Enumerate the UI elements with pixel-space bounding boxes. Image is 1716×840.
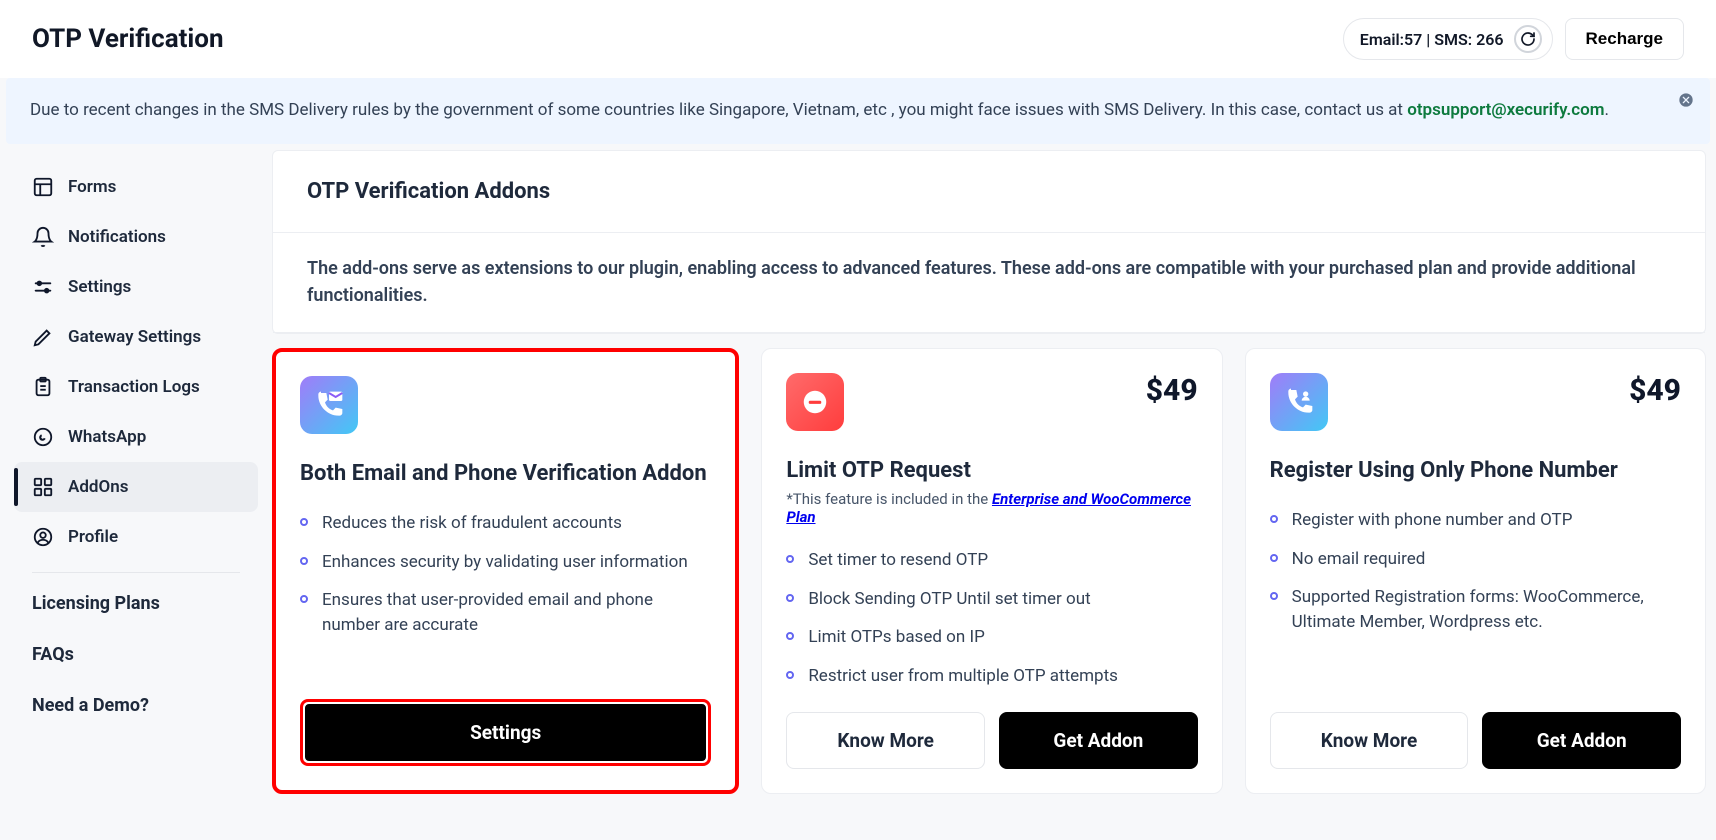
feature-item: Enhances security by validating user inf… <box>300 550 711 575</box>
feature-item: Supported Registration forms: WooCommerc… <box>1270 585 1681 634</box>
layout-icon <box>32 176 54 198</box>
sidebar-link-demo[interactable]: Need a Demo? <box>14 685 258 726</box>
sidebar-item-settings[interactable]: Settings <box>14 262 258 312</box>
addon-title: Both Email and Phone Verification Addon <box>300 460 711 489</box>
phone-user-icon <box>1270 373 1328 431</box>
feature-item: Reduces the risk of fraudulent accounts <box>300 511 711 536</box>
info-alert: Due to recent changes in the SMS Deliver… <box>6 78 1710 144</box>
know-more-button[interactable]: Know More <box>786 712 985 769</box>
sidebar-item-whatsapp[interactable]: WhatsApp <box>14 412 258 462</box>
feature-item: Limit OTPs based on IP <box>786 625 1197 650</box>
sidebar-link-licensing[interactable]: Licensing Plans <box>14 583 258 624</box>
sidebar-item-label: Forms <box>68 177 116 197</box>
addon-price: $49 <box>1629 373 1681 408</box>
support-email-link[interactable]: otpsupport@xecurify.com <box>1407 100 1604 120</box>
feature-item: Block Sending OTP Until set timer out <box>786 587 1197 612</box>
addon-card-limit-otp: $49 Limit OTP Request *This feature is i… <box>761 348 1222 794</box>
user-circle-icon <box>32 526 54 548</box>
sidebar-item-gateway[interactable]: Gateway Settings <box>14 312 258 362</box>
sidebar-item-label: Settings <box>68 277 131 297</box>
addon-price: $49 <box>1146 373 1198 408</box>
sidebar-item-addons[interactable]: AddOns <box>14 462 258 512</box>
close-icon[interactable] <box>1678 92 1694 108</box>
feature-item: No email required <box>1270 547 1681 572</box>
feature-item: Register with phone number and OTP <box>1270 508 1681 533</box>
sidebar-item-label: Gateway Settings <box>68 327 201 347</box>
grid-icon <box>32 476 54 498</box>
know-more-button[interactable]: Know More <box>1270 712 1469 769</box>
sidebar-item-profile[interactable]: Profile <box>14 512 258 562</box>
page-title: OTP Verification <box>32 24 224 54</box>
sidebar-link-faqs[interactable]: FAQs <box>14 634 258 675</box>
phone-mail-icon <box>300 376 358 434</box>
addon-subtitle: *This feature is included in the Enterpr… <box>786 490 1197 526</box>
section-description: The add-ons serve as extensions to our p… <box>273 233 1705 334</box>
feature-item: Ensures that user-provided email and pho… <box>300 588 711 637</box>
sidebar-item-notifications[interactable]: Notifications <box>14 212 258 262</box>
sidebar-item-label: WhatsApp <box>68 427 146 447</box>
sidebar-item-label: AddOns <box>68 477 128 497</box>
bell-icon <box>32 226 54 248</box>
feature-item: Set timer to resend OTP <box>786 548 1197 573</box>
whatsapp-icon <box>32 426 54 448</box>
addon-title: Register Using Only Phone Number <box>1270 457 1681 486</box>
sidebar-item-forms[interactable]: Forms <box>14 162 258 212</box>
sidebar-item-label: Transaction Logs <box>68 377 200 397</box>
sidebar: Forms Notifications Settings Gateway Set… <box>0 144 272 744</box>
refresh-icon[interactable] <box>1514 25 1542 53</box>
get-addon-button[interactable]: Get Addon <box>999 712 1198 769</box>
recharge-button[interactable]: Recharge <box>1565 18 1684 60</box>
clipboard-icon <box>32 376 54 398</box>
settings-button[interactable]: Settings <box>305 704 706 761</box>
feature-item: Restrict user from multiple OTP attempts <box>786 664 1197 689</box>
alert-text: Due to recent changes in the SMS Deliver… <box>30 100 1407 120</box>
section-heading: OTP Verification Addons <box>273 151 1705 233</box>
get-addon-button[interactable]: Get Addon <box>1482 712 1681 769</box>
minus-circle-icon <box>786 373 844 431</box>
addon-card-email-phone: Both Email and Phone Verification Addon … <box>272 348 739 794</box>
credits-pill: Email:57 | SMS: 266 <box>1343 18 1553 60</box>
addon-title: Limit OTP Request <box>786 457 1197 486</box>
sliders-icon <box>32 276 54 298</box>
sidebar-item-label: Notifications <box>68 227 166 247</box>
addon-card-register-phone: $49 Register Using Only Phone Number Reg… <box>1245 348 1706 794</box>
sidebar-item-logs[interactable]: Transaction Logs <box>14 362 258 412</box>
pen-icon <box>32 326 54 348</box>
alert-text-end: . <box>1604 100 1608 120</box>
divider <box>32 572 240 573</box>
sidebar-item-label: Profile <box>68 527 118 547</box>
credits-text: Email:57 | SMS: 266 <box>1360 30 1504 49</box>
